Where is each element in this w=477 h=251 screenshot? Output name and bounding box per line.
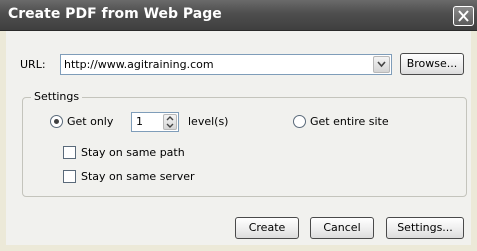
get-entire-site-radio[interactable] <box>293 115 306 128</box>
title-bar[interactable]: Create PDF from Web Page <box>0 0 477 31</box>
levels-value: 1 <box>136 115 143 128</box>
url-combobox[interactable]: http://www.agitraining.com <box>60 54 392 75</box>
url-dropdown-button[interactable] <box>373 56 390 73</box>
settings-group-label: Settings <box>31 90 83 103</box>
levels-spinner[interactable]: 1 <box>131 112 179 132</box>
get-only-radio[interactable] <box>50 115 63 128</box>
settings-button[interactable]: Settings... <box>386 217 464 239</box>
get-only-label: Get only <box>67 115 114 128</box>
url-label: URL: <box>20 58 46 71</box>
close-button[interactable] <box>453 6 474 26</box>
browse-button[interactable]: Browse... <box>400 53 464 75</box>
url-value: http://www.agitraining.com <box>64 58 214 71</box>
stay-same-path-checkbox[interactable] <box>63 146 76 159</box>
levels-spin-buttons[interactable] <box>163 114 177 130</box>
close-icon <box>458 10 469 22</box>
stay-same-path-label: Stay on same path <box>81 146 185 159</box>
get-entire-site-label: Get entire site <box>310 115 389 128</box>
radio-selected-dot <box>54 119 59 124</box>
create-pdf-dialog: Create PDF from Web Page URL: http://www… <box>0 0 477 251</box>
dialog-title: Create PDF from Web Page <box>8 6 222 22</box>
cancel-button[interactable]: Cancel <box>310 217 374 239</box>
spin-down-icon[interactable] <box>166 123 174 128</box>
dialog-body: URL: http://www.agitraining.com Browse..… <box>6 31 471 245</box>
spin-up-icon[interactable] <box>166 116 174 121</box>
chevron-down-icon <box>377 61 386 68</box>
create-button[interactable]: Create <box>235 217 299 239</box>
levels-label: level(s) <box>188 115 229 128</box>
stay-same-server-label: Stay on same server <box>81 170 195 183</box>
stay-same-server-checkbox[interactable] <box>63 170 76 183</box>
